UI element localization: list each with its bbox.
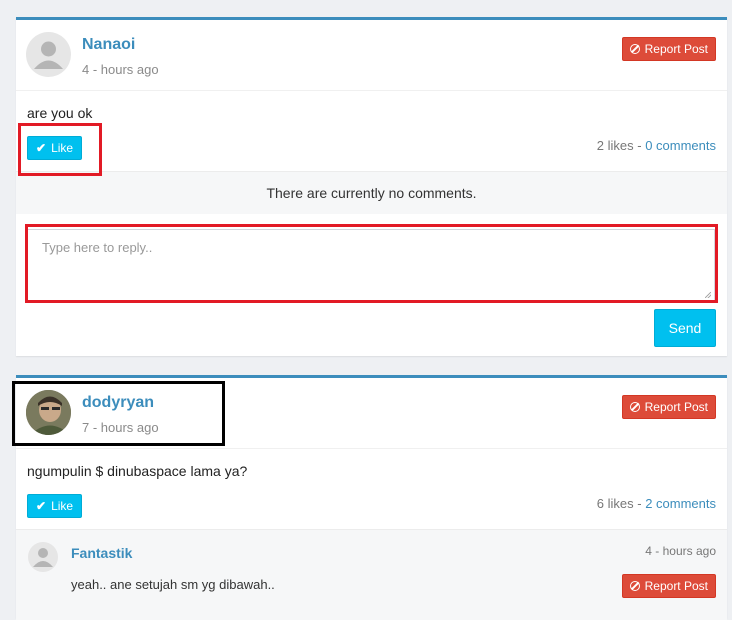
reply-placeholder: Type here to reply..: [42, 240, 153, 255]
post-time: 4 - hours ago: [82, 62, 159, 77]
post-username[interactable]: dodyryan: [82, 394, 154, 412]
user-silhouette-icon: [33, 548, 53, 567]
post-text: are you ok: [27, 105, 93, 121]
no-comments-text: There are currently no comments.: [266, 185, 477, 201]
comment-text: yeah.. ane setujah sm yg dibawah..: [71, 577, 275, 592]
likes-count: 6 likes -: [596, 496, 646, 511]
like-label: Like: [51, 141, 74, 155]
comment-time: 4 - hours ago: [645, 544, 716, 558]
comment-username[interactable]: Fantastik: [71, 545, 132, 561]
like-button[interactable]: ✔ Like: [27, 494, 83, 518]
check-icon: ✔: [36, 499, 47, 513]
report-post-label: Report Post: [644, 42, 708, 56]
ban-icon: [629, 44, 640, 54]
ban-icon: [629, 581, 640, 591]
avatar[interactable]: [28, 542, 58, 572]
send-button[interactable]: Send: [654, 309, 716, 347]
report-comment-button[interactable]: Report Post: [621, 574, 716, 598]
post-header: Nanaoi 4 - hours ago Report Post: [16, 20, 727, 91]
report-post-button[interactable]: Report Post: [621, 37, 716, 61]
user-silhouette-icon: [34, 41, 63, 69]
user-photo-icon: [26, 390, 71, 435]
post-text: ngumpulin $ dinubaspace lama ya?: [27, 463, 248, 479]
like-button[interactable]: ✔ Like: [27, 136, 83, 160]
post-card: Nanaoi 4 - hours ago Report Post are you…: [16, 17, 727, 356]
post-time: 7 - hours ago: [82, 420, 159, 435]
avatar[interactable]: [26, 390, 71, 435]
comments-link[interactable]: 2 comments: [645, 496, 716, 511]
like-label: Like: [51, 499, 74, 513]
post-header: dodyryan 7 - hours ago Report Post: [16, 378, 727, 449]
reply-input[interactable]: Type here to reply..: [27, 229, 715, 302]
comments-link[interactable]: 0 comments: [645, 138, 716, 153]
send-label: Send: [668, 320, 702, 336]
post-username[interactable]: Nanaoi: [82, 36, 135, 54]
avatar[interactable]: [26, 32, 71, 77]
report-post-label: Report Post: [644, 579, 708, 593]
ban-icon: [629, 402, 640, 412]
comment-item: Fantastik 4 - hours ago yeah.. ane setuj…: [16, 529, 727, 620]
post-card: dodyryan 7 - hours ago Report Post ngump…: [16, 375, 727, 620]
post-stats: 6 likes - 2 comments: [597, 496, 716, 511]
report-post-label: Report Post: [644, 400, 708, 414]
post-stats: 2 likes - 0 comments: [597, 138, 716, 153]
report-post-button[interactable]: Report Post: [621, 395, 716, 419]
likes-count: 2 likes -: [596, 138, 646, 153]
check-icon: ✔: [36, 141, 47, 155]
comments-area: There are currently no comments.: [16, 171, 727, 214]
